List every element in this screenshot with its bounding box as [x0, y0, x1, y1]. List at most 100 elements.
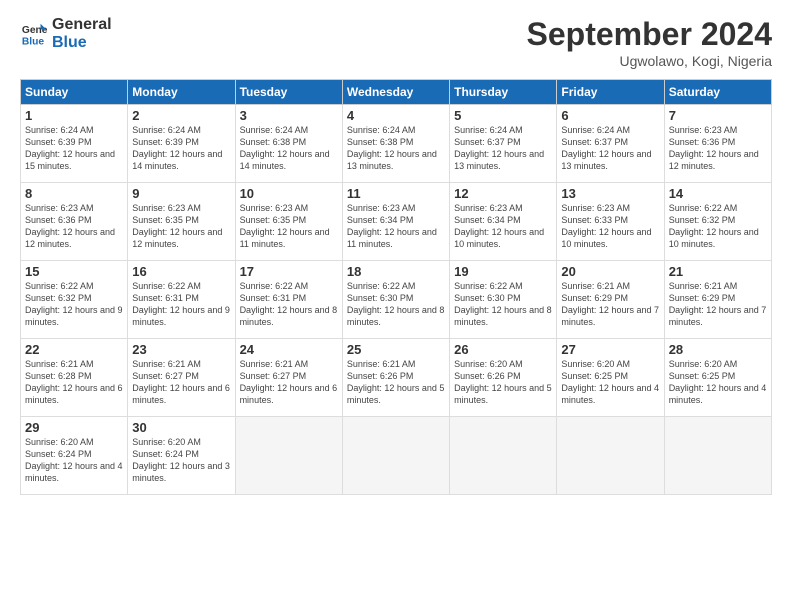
day-number: 18: [347, 264, 445, 279]
logo-blue: Blue: [52, 34, 112, 52]
day-detail: Sunrise: 6:23 AMSunset: 6:34 PMDaylight:…: [454, 203, 544, 249]
calendar-cell: 1Sunrise: 6:24 AMSunset: 6:39 PMDaylight…: [21, 105, 128, 183]
day-detail: Sunrise: 6:22 AMSunset: 6:30 PMDaylight:…: [454, 281, 552, 327]
calendar-cell: 15 Sunrise: 6:22 AMSunset: 6:32 PMDayligh…: [21, 261, 128, 339]
day-detail: Sunrise: 6:23 AMSunset: 6:34 PMDaylight:…: [347, 203, 437, 249]
calendar-cell: 2 Sunrise: 6:24 AMSunset: 6:39 PMDaylight…: [128, 105, 235, 183]
day-detail: Sunrise: 6:22 AMSunset: 6:31 PMDaylight:…: [240, 281, 338, 327]
calendar-cell: 12 Sunrise: 6:23 AMSunset: 6:34 PMDayligh…: [450, 183, 557, 261]
day-detail: Sunrise: 6:23 AMSunset: 6:33 PMDaylight:…: [561, 203, 651, 249]
day-detail: Sunrise: 6:20 AMSunset: 6:24 PMDaylight:…: [132, 437, 230, 483]
day-number: 23: [132, 342, 230, 357]
calendar-cell: [664, 417, 771, 495]
day-number: 24: [240, 342, 338, 357]
day-detail: Sunrise: 6:20 AMSunset: 6:25 PMDaylight:…: [669, 359, 767, 405]
day-detail: Sunrise: 6:24 AMSunset: 6:38 PMDaylight:…: [347, 125, 437, 171]
day-detail: Sunrise: 6:21 AMSunset: 6:26 PMDaylight:…: [347, 359, 445, 405]
day-number: 2: [132, 108, 230, 123]
calendar-cell: 21 Sunrise: 6:21 AMSunset: 6:29 PMDayligh…: [664, 261, 771, 339]
svg-text:Blue: Blue: [22, 36, 45, 47]
calendar-cell: 18 Sunrise: 6:22 AMSunset: 6:30 PMDayligh…: [342, 261, 449, 339]
col-header-thursday: Thursday: [450, 80, 557, 105]
week-row-2: 15 Sunrise: 6:22 AMSunset: 6:32 PMDayligh…: [21, 261, 772, 339]
day-number: 11: [347, 186, 445, 201]
calendar-cell: [450, 417, 557, 495]
day-detail: Sunrise: 6:24 AMSunset: 6:37 PMDaylight:…: [561, 125, 651, 171]
day-number: 9: [132, 186, 230, 201]
day-detail: Sunrise: 6:24 AMSunset: 6:39 PMDaylight:…: [132, 125, 222, 171]
calendar-cell: 5Sunrise: 6:24 AMSunset: 6:37 PMDaylight…: [450, 105, 557, 183]
calendar-cell: 11 Sunrise: 6:23 AMSunset: 6:34 PMDayligh…: [342, 183, 449, 261]
day-number: 8: [25, 186, 123, 201]
logo: General Blue General Blue: [20, 16, 112, 51]
day-number: 27: [561, 342, 659, 357]
day-number: 4: [347, 108, 445, 123]
calendar-cell: 7Sunrise: 6:23 AMSunset: 6:36 PMDaylight…: [664, 105, 771, 183]
day-number: 19: [454, 264, 552, 279]
day-detail: Sunrise: 6:20 AMSunset: 6:26 PMDaylight:…: [454, 359, 552, 405]
day-number: 22: [25, 342, 123, 357]
day-number: 1: [25, 108, 123, 123]
calendar-cell: 8 Sunrise: 6:23 AMSunset: 6:36 PMDaylight…: [21, 183, 128, 261]
logo-general: General: [52, 16, 112, 34]
calendar-cell: [235, 417, 342, 495]
day-number: 3: [240, 108, 338, 123]
calendar-cell: 13Sunrise: 6:23 AMSunset: 6:33 PMDayligh…: [557, 183, 664, 261]
day-detail: Sunrise: 6:21 AMSunset: 6:28 PMDaylight:…: [25, 359, 123, 405]
calendar-table: SundayMondayTuesdayWednesdayThursdayFrid…: [20, 79, 772, 495]
day-number: 28: [669, 342, 767, 357]
calendar-cell: 6 Sunrise: 6:24 AMSunset: 6:37 PMDaylight…: [557, 105, 664, 183]
day-detail: Sunrise: 6:23 AMSunset: 6:35 PMDaylight:…: [132, 203, 222, 249]
calendar-cell: 3Sunrise: 6:24 AMSunset: 6:38 PMDaylight…: [235, 105, 342, 183]
calendar-cell: 29 Sunrise: 6:20 AMSunset: 6:24 PMDayligh…: [21, 417, 128, 495]
calendar-cell: 10Sunrise: 6:23 AMSunset: 6:35 PMDayligh…: [235, 183, 342, 261]
logo-icon: General Blue: [20, 20, 48, 48]
day-number: 15: [25, 264, 123, 279]
day-detail: Sunrise: 6:22 AMSunset: 6:32 PMDaylight:…: [25, 281, 123, 327]
calendar-cell: [557, 417, 664, 495]
day-number: 12: [454, 186, 552, 201]
calendar-cell: 28 Sunrise: 6:20 AMSunset: 6:25 PMDayligh…: [664, 339, 771, 417]
day-detail: Sunrise: 6:21 AMSunset: 6:29 PMDaylight:…: [561, 281, 659, 327]
day-number: 25: [347, 342, 445, 357]
col-header-saturday: Saturday: [664, 80, 771, 105]
calendar-cell: 25 Sunrise: 6:21 AMSunset: 6:26 PMDayligh…: [342, 339, 449, 417]
day-number: 20: [561, 264, 659, 279]
calendar-cell: 24 Sunrise: 6:21 AMSunset: 6:27 PMDayligh…: [235, 339, 342, 417]
calendar-cell: 26 Sunrise: 6:20 AMSunset: 6:26 PMDayligh…: [450, 339, 557, 417]
page-header: General Blue General Blue September 2024…: [20, 16, 772, 69]
calendar-cell: 17Sunrise: 6:22 AMSunset: 6:31 PMDayligh…: [235, 261, 342, 339]
calendar-cell: 30Sunrise: 6:20 AMSunset: 6:24 PMDayligh…: [128, 417, 235, 495]
day-detail: Sunrise: 6:24 AMSunset: 6:37 PMDaylight:…: [454, 125, 544, 171]
day-number: 16: [132, 264, 230, 279]
day-number: 29: [25, 420, 123, 435]
day-detail: Sunrise: 6:21 AMSunset: 6:27 PMDaylight:…: [132, 359, 230, 405]
calendar-cell: 27Sunrise: 6:20 AMSunset: 6:25 PMDayligh…: [557, 339, 664, 417]
day-detail: Sunrise: 6:20 AMSunset: 6:24 PMDaylight:…: [25, 437, 123, 483]
day-detail: Sunrise: 6:23 AMSunset: 6:36 PMDaylight:…: [25, 203, 115, 249]
location: Ugwolawo, Kogi, Nigeria: [527, 53, 772, 69]
col-header-tuesday: Tuesday: [235, 80, 342, 105]
calendar-cell: 23 Sunrise: 6:21 AMSunset: 6:27 PMDayligh…: [128, 339, 235, 417]
calendar-cell: 14Sunrise: 6:22 AMSunset: 6:32 PMDayligh…: [664, 183, 771, 261]
col-header-friday: Friday: [557, 80, 664, 105]
month-title: September 2024: [527, 16, 772, 53]
page-container: General Blue General Blue September 2024…: [0, 0, 792, 505]
calendar-cell: 16Sunrise: 6:22 AMSunset: 6:31 PMDayligh…: [128, 261, 235, 339]
svg-text:General: General: [22, 25, 48, 36]
day-detail: Sunrise: 6:22 AMSunset: 6:30 PMDaylight:…: [347, 281, 445, 327]
day-number: 21: [669, 264, 767, 279]
week-row-1: 8 Sunrise: 6:23 AMSunset: 6:36 PMDaylight…: [21, 183, 772, 261]
week-row-3: 22 Sunrise: 6:21 AMSunset: 6:28 PMDayligh…: [21, 339, 772, 417]
day-detail: Sunrise: 6:21 AMSunset: 6:29 PMDaylight:…: [669, 281, 767, 327]
day-detail: Sunrise: 6:23 AMSunset: 6:36 PMDaylight:…: [669, 125, 759, 171]
day-number: 6: [561, 108, 659, 123]
calendar-cell: 9 Sunrise: 6:23 AMSunset: 6:35 PMDaylight…: [128, 183, 235, 261]
week-row-4: 29 Sunrise: 6:20 AMSunset: 6:24 PMDayligh…: [21, 417, 772, 495]
day-detail: Sunrise: 6:21 AMSunset: 6:27 PMDaylight:…: [240, 359, 338, 405]
day-number: 26: [454, 342, 552, 357]
header-row: SundayMondayTuesdayWednesdayThursdayFrid…: [21, 80, 772, 105]
day-detail: Sunrise: 6:22 AMSunset: 6:32 PMDaylight:…: [669, 203, 759, 249]
calendar-cell: 22 Sunrise: 6:21 AMSunset: 6:28 PMDayligh…: [21, 339, 128, 417]
calendar-cell: 19 Sunrise: 6:22 AMSunset: 6:30 PMDayligh…: [450, 261, 557, 339]
